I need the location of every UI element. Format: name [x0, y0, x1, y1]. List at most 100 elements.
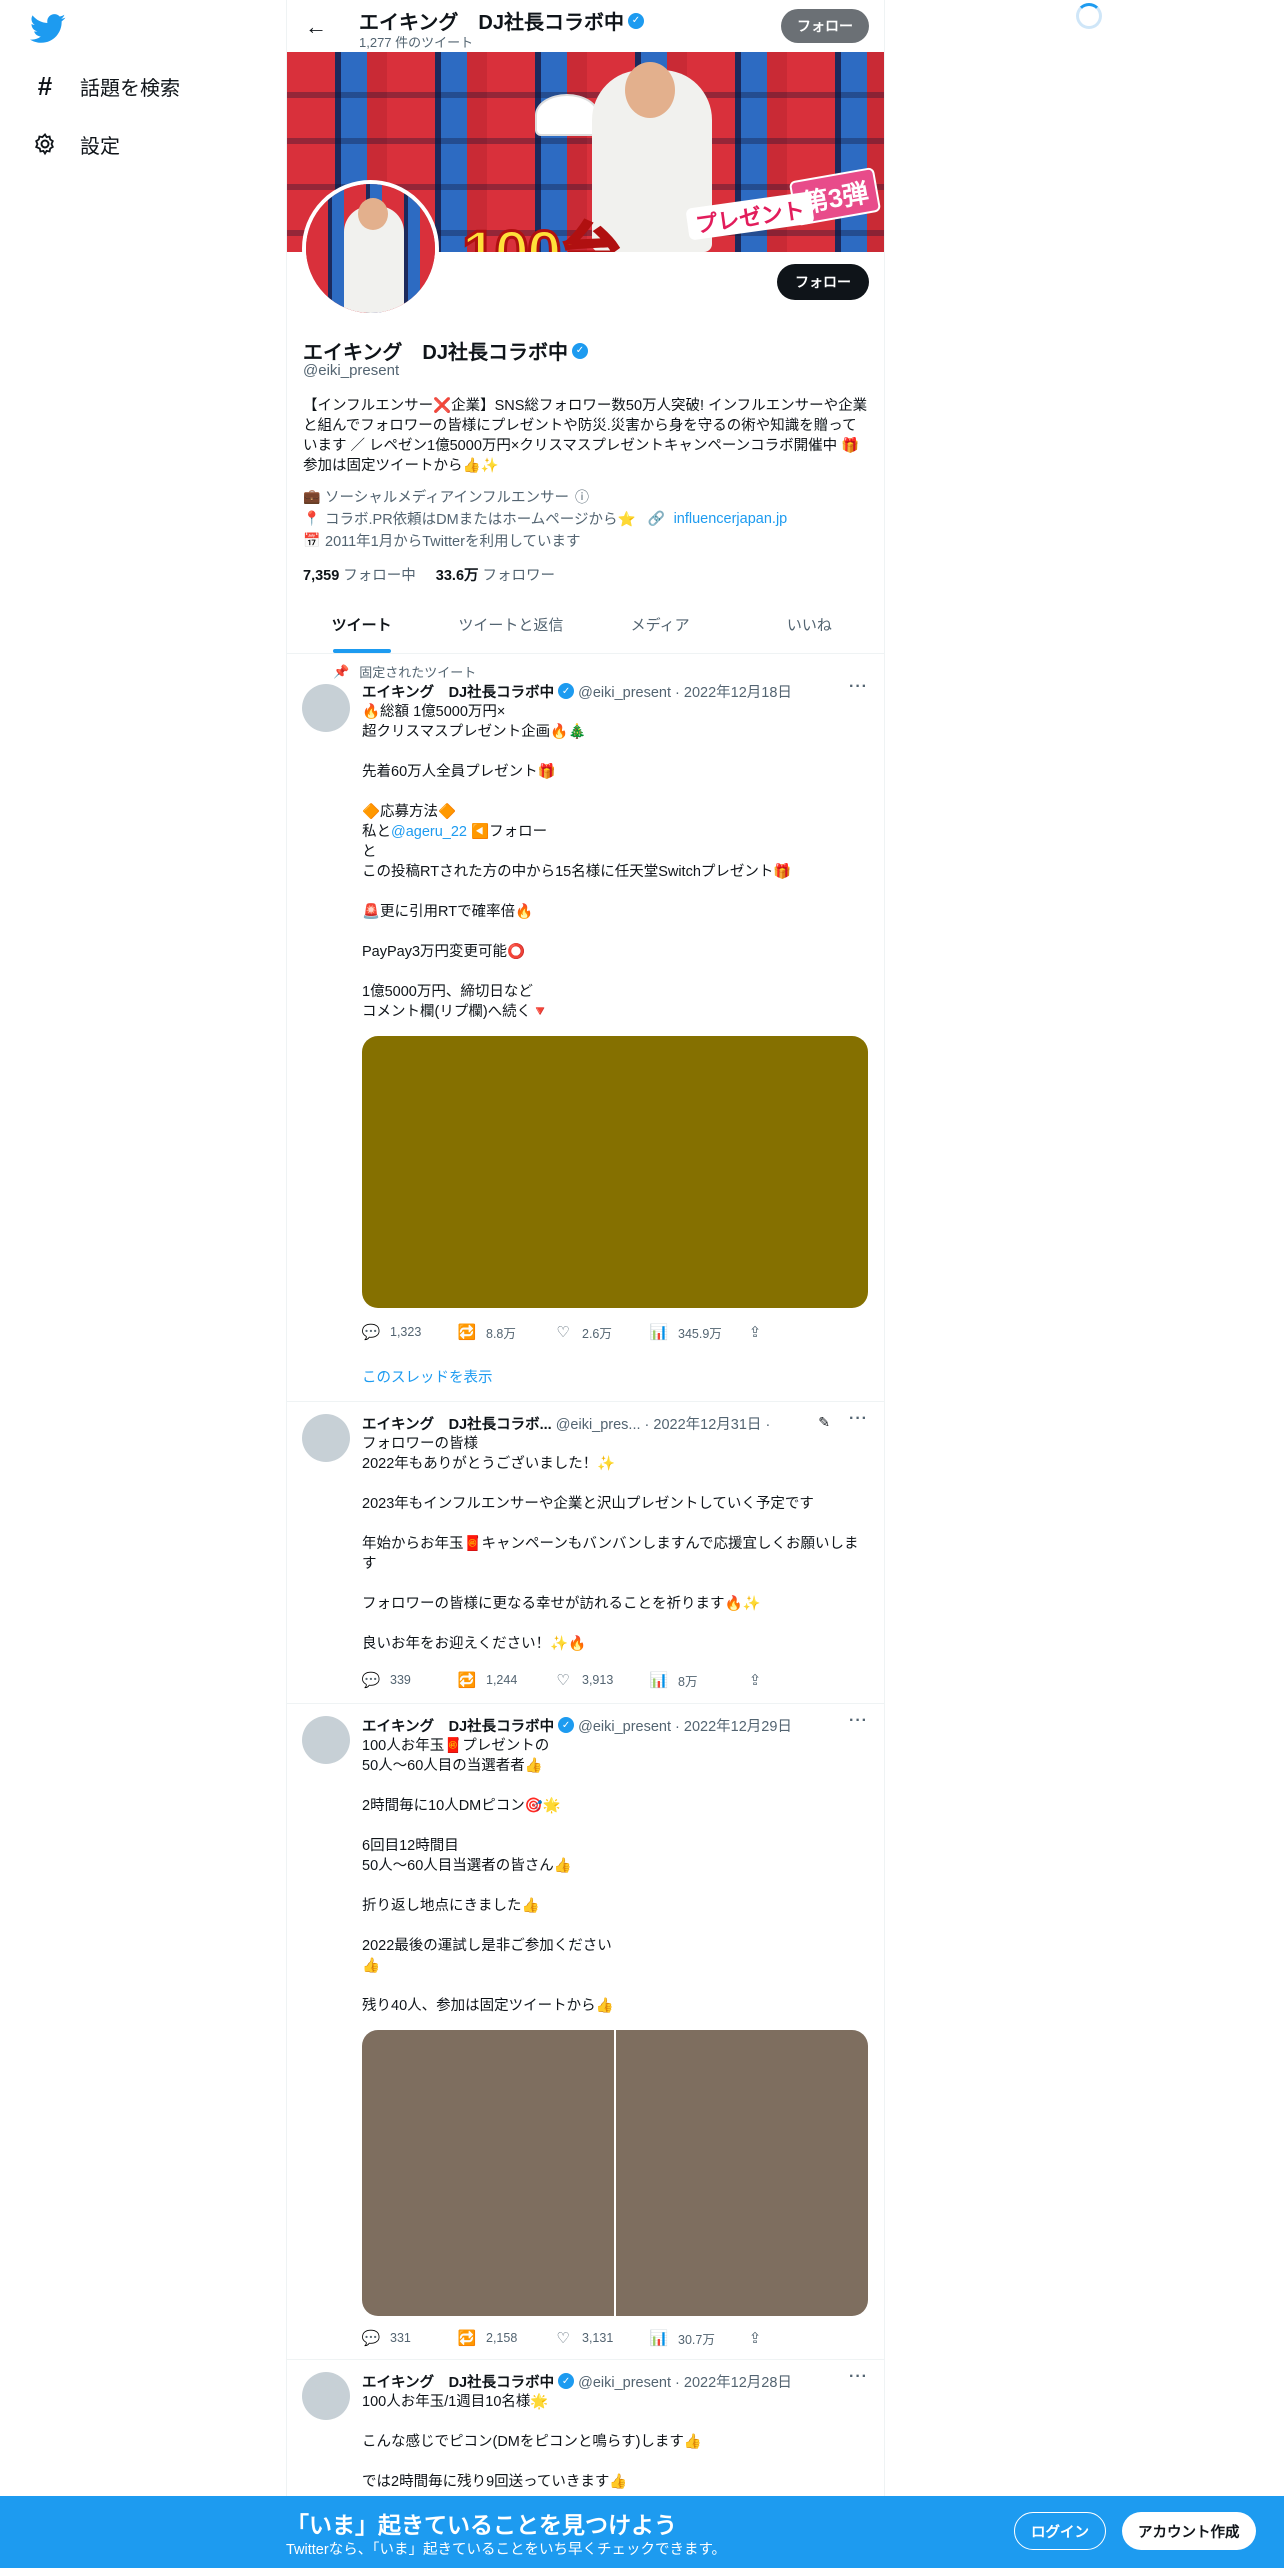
- like-button[interactable]: ♡ 3,131: [554, 2328, 650, 2348]
- share-button[interactable]: ⇪: [746, 2328, 776, 2348]
- share-button[interactable]: ⇪: [746, 1670, 776, 1690]
- reply-button[interactable]: 💬 1,323: [362, 1322, 458, 1342]
- sidebar-item-explore[interactable]: # 話題を検索: [30, 71, 180, 101]
- tab-media[interactable]: メディア: [586, 596, 735, 653]
- tweet-item[interactable]: エイキング DJ社長コラボ中 ✓ @eiki_present · 2022年12…: [287, 1704, 884, 2360]
- views-button[interactable]: 📊 30.7万: [650, 2328, 746, 2348]
- tweet-header: エイキング DJ社長コラボ... @eiki_pres... · 2022年12…: [362, 1416, 771, 1433]
- show-thread-link[interactable]: このスレッドを表示: [362, 1366, 493, 1387]
- like-button[interactable]: ♡ 3,913: [554, 1670, 650, 1690]
- login-button[interactable]: ログイン: [1014, 2512, 1106, 2550]
- loading-spinner-icon: [1076, 3, 1102, 29]
- briefcase-icon: 💼: [303, 488, 321, 504]
- signup-button[interactable]: アカウント作成: [1122, 2512, 1256, 2550]
- verified-badge-icon: ✓: [558, 1717, 575, 1733]
- share-icon: ⇪: [748, 2330, 762, 2347]
- header-follow-button[interactable]: フォロー: [781, 9, 869, 43]
- mention-link[interactable]: @ageru_22: [391, 824, 467, 840]
- avatar[interactable]: [302, 2372, 350, 2420]
- twitter-logo-icon[interactable]: [30, 14, 66, 46]
- tab-likes[interactable]: いいね: [735, 596, 884, 653]
- reply-icon: 💬: [361, 1672, 381, 1689]
- views-button[interactable]: 📊 345.9万: [650, 1322, 746, 1342]
- signup-bottom-bar: 「いま」起きていることを見つけよう Twitterなら、「いま」起きていることを…: [0, 2496, 1284, 2568]
- tweet-text: 🔥総額 1億5000万円× 超クリスマスプレゼント企画🔥🎄 先着60万人全員プレ…: [362, 704, 792, 1020]
- avatar[interactable]: [302, 1716, 350, 1764]
- profile-avatar[interactable]: [302, 180, 439, 317]
- profile-name: エイキング DJ社長コラボ中 ✓: [303, 336, 588, 365]
- tweet-actions: 💬 1,323 🔁 8.8万 ♡ 2.6万 📊 345.9万 ⇪: [362, 1322, 802, 1342]
- bottom-bar-title: 「いま」起きていることを見つけよう: [286, 2512, 677, 2538]
- back-arrow-icon[interactable]: ←: [301, 12, 331, 42]
- profile-bio: 【インフルエンサー❌企業】SNS総フォロワー数50万人突破! インフルエンサーや…: [303, 398, 868, 474]
- sidebar-item-label: 設定: [80, 135, 120, 158]
- more-options-icon[interactable]: ···: [849, 678, 868, 696]
- link-icon: 🔗: [647, 510, 666, 526]
- retweet-icon: 🔁: [457, 1672, 477, 1689]
- avatar[interactable]: [302, 1414, 350, 1462]
- avatar[interactable]: [302, 684, 350, 732]
- tweet-header: エイキング DJ社長コラボ中 ✓ @eiki_present · 2022年12…: [362, 2373, 792, 2391]
- reply-button[interactable]: 💬 339: [362, 1670, 458, 1690]
- follow-button[interactable]: フォロー: [777, 264, 869, 300]
- verified-badge-icon: ✓: [558, 683, 575, 699]
- tweet-text: フォロワーの皆様 2022年もありがとうございました！✨ 2023年もインフルエ…: [362, 1436, 859, 1652]
- more-options-icon[interactable]: ···: [849, 1410, 868, 1428]
- profile-joined-date: 📅 2011年1月からTwitterを利用しています: [303, 532, 581, 550]
- header-tweet-count: 1,277 件のツイート: [359, 35, 474, 50]
- bottom-bar-subtitle: Twitterなら、「いま」起きていることをいち早くチェックできます。: [286, 2542, 726, 2558]
- pinned-tweet-label: 📌 固定されたツイート: [333, 663, 477, 681]
- tab-tweets[interactable]: ツイート: [287, 596, 436, 653]
- location-pin-icon: 📍: [303, 510, 321, 526]
- analytics-icon: 📊: [649, 1672, 669, 1689]
- tab-tweets-and-replies[interactable]: ツイートと返信: [436, 596, 585, 653]
- gear-icon: [30, 129, 60, 159]
- profile-category: 💼 ソーシャルメディアインフルエンサー ⓘ: [303, 488, 591, 506]
- retweet-icon: 🔁: [457, 2330, 477, 2347]
- profile-column: ← エイキング DJ社長コラボ中 ✓ 1,277 件のツイート フォロー 第3弾…: [286, 0, 885, 2568]
- following-count-link[interactable]: 7,359 フォロー中: [303, 564, 416, 585]
- more-options-icon[interactable]: ···: [849, 2368, 868, 2386]
- reply-icon: 💬: [361, 1324, 381, 1341]
- analytics-icon: 📊: [649, 1324, 669, 1341]
- banner-headline: 100台: [460, 202, 622, 253]
- profile-website-link[interactable]: influencerjapan.jp: [674, 511, 788, 527]
- profile-header-bar: ← エイキング DJ社長コラボ中 ✓ 1,277 件のツイート フォロー: [287, 0, 884, 52]
- hashtag-icon: #: [37, 70, 53, 101]
- retweet-button[interactable]: 🔁 1,244: [458, 1670, 554, 1690]
- edit-pencil-icon[interactable]: ✎: [818, 1414, 830, 1431]
- tweet-header: エイキング DJ社長コラボ中 ✓ @eiki_present · 2022年12…: [362, 1717, 792, 1735]
- retweet-icon: 🔁: [457, 1324, 477, 1341]
- info-icon[interactable]: ⓘ: [573, 488, 591, 506]
- tweet-item[interactable]: 📌 固定されたツイート エイキング DJ社長コラボ中 ✓ @eiki_prese…: [287, 654, 884, 1402]
- pin-icon: 📌: [333, 663, 350, 679]
- more-options-icon[interactable]: ···: [849, 1712, 868, 1730]
- calendar-icon: 📅: [303, 532, 321, 548]
- like-button[interactable]: ♡ 2.6万: [554, 1322, 650, 1342]
- verified-badge-icon: ✓: [627, 12, 644, 29]
- heart-icon: ♡: [556, 1672, 570, 1689]
- reply-icon: 💬: [361, 2330, 381, 2347]
- tweet-media[interactable]: [362, 1036, 868, 1308]
- heart-icon: ♡: [556, 2330, 570, 2347]
- reply-button[interactable]: 💬 331: [362, 2328, 458, 2348]
- retweet-button[interactable]: 🔁 8.8万: [458, 1322, 554, 1342]
- share-button[interactable]: ⇪: [746, 1322, 776, 1342]
- media-image-right[interactable]: [616, 2030, 868, 2316]
- followers-count-link[interactable]: 33.6万 フォロワー: [436, 564, 555, 585]
- tweet-media[interactable]: [362, 2030, 868, 2316]
- tweet-actions: 💬 331 🔁 2,158 ♡ 3,131 📊 30.7万 ⇪: [362, 2328, 802, 2348]
- retweet-button[interactable]: 🔁 2,158: [458, 2328, 554, 2348]
- heart-icon: ♡: [556, 1324, 570, 1341]
- views-button[interactable]: 📊 8万: [650, 1670, 746, 1690]
- verified-badge-icon: ✓: [571, 342, 588, 359]
- tweet-item[interactable]: エイキング DJ社長コラボ... @eiki_pres... · 2022年12…: [287, 1402, 884, 1704]
- share-icon: ⇪: [748, 1324, 762, 1341]
- tweet-text: 100人お年玉🧧プレゼントの 50人〜60人目の当選者者👍 2時間毎に10人DM…: [362, 1738, 614, 2014]
- media-image-left[interactable]: [362, 2030, 614, 2316]
- header-profile-name: エイキング DJ社長コラボ中 ✓: [359, 6, 644, 35]
- sidebar-item-label: 話題を検索: [80, 77, 180, 100]
- sidebar-item-settings[interactable]: 設定: [30, 129, 120, 159]
- share-icon: ⇪: [748, 1672, 762, 1689]
- follow-counts: 7,359 フォロー中 33.6万 フォロワー: [303, 564, 555, 585]
